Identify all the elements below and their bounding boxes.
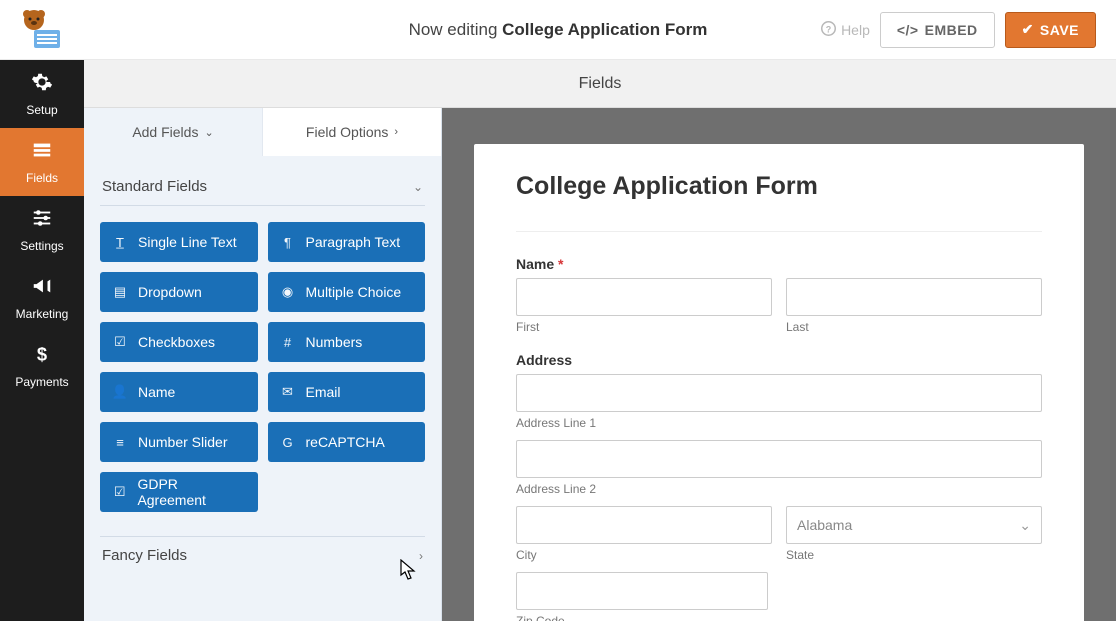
check-icon: ✔	[1022, 21, 1034, 38]
sliders-icon	[31, 207, 53, 235]
field-button-label: Name	[138, 384, 175, 400]
number-slider-icon: ≡	[112, 435, 128, 450]
svg-text:?: ?	[826, 24, 832, 34]
name-icon: 👤	[112, 384, 128, 400]
sidebar-item-marketing[interactable]: Marketing	[0, 264, 84, 332]
chevron-down-icon: ⌄	[204, 126, 213, 139]
form-title: College Application Form	[516, 172, 1042, 201]
main-sidebar: Setup Fields Settings Marketing $ Paymen…	[0, 60, 84, 621]
state-sublabel: State	[786, 548, 1042, 562]
sidebar-item-label: Setup	[26, 103, 57, 117]
field-button-dropdown[interactable]: ▤ Dropdown	[100, 272, 258, 312]
city-input[interactable]	[516, 506, 772, 544]
address-label: Address	[516, 352, 1042, 368]
address-line1-sublabel: Address Line 1	[516, 416, 1042, 430]
multiple-choice-icon: ◉	[280, 284, 296, 300]
checkboxes-icon: ☑	[112, 334, 128, 350]
gear-icon	[31, 71, 53, 99]
section-standard-fields[interactable]: Standard Fields ⌄	[100, 168, 425, 206]
logo	[12, 8, 64, 52]
address-line2-sublabel: Address Line 2	[516, 482, 1042, 496]
field-button-multiple-choice[interactable]: ◉ Multiple Choice	[268, 272, 426, 312]
field-button-label: reCAPTCHA	[306, 434, 385, 450]
gdpr-agreement-icon: ☑	[112, 484, 127, 500]
form-icon	[31, 139, 53, 167]
chevron-down-icon: ⌄	[1019, 517, 1031, 534]
address-line1-input[interactable]	[516, 374, 1042, 412]
section-fancy-fields[interactable]: Fancy Fields ›	[100, 537, 425, 574]
sidebar-item-fields[interactable]: Fields	[0, 128, 84, 196]
email-icon: ✉	[280, 384, 296, 400]
form-name-header: Now editing College Application Form	[409, 20, 708, 40]
dropdown-icon: ▤	[112, 284, 128, 300]
tab-field-options[interactable]: Field Options ›	[262, 108, 441, 156]
save-button[interactable]: ✔ SAVE	[1005, 12, 1096, 48]
field-button-label: Paragraph Text	[306, 234, 401, 250]
field-button-label: Numbers	[306, 334, 363, 350]
section-heading-strip: Fields	[84, 60, 1116, 108]
field-button-label: Single Line Text	[138, 234, 237, 250]
field-button-number-slider[interactable]: ≡ Number Slider	[100, 422, 258, 462]
name-label: Name *	[516, 256, 1042, 272]
embed-icon: </>	[897, 22, 919, 38]
first-name-input[interactable]	[516, 278, 772, 316]
zip-input[interactable]	[516, 572, 768, 610]
last-name-input[interactable]	[786, 278, 1042, 316]
address-line2-input[interactable]	[516, 440, 1042, 478]
form-preview-card: College Application Form Name * First	[474, 144, 1084, 621]
field-button-label: Dropdown	[138, 284, 202, 300]
chevron-right-icon: ›	[394, 126, 398, 138]
sidebar-item-label: Settings	[20, 239, 63, 253]
sidebar-item-label: Marketing	[16, 307, 69, 321]
city-sublabel: City	[516, 548, 772, 562]
recaptcha-icon: G	[280, 435, 296, 450]
address-field-block: Address Address Line 1 Address Line 2	[516, 352, 1042, 621]
help-link[interactable]: ? Help	[821, 21, 870, 39]
field-button-label: Number Slider	[138, 434, 227, 450]
sidebar-item-label: Payments	[15, 375, 68, 389]
tab-add-fields[interactable]: Add Fields ⌄	[84, 108, 262, 156]
field-button-numbers[interactable]: # Numbers	[268, 322, 426, 362]
field-button-name[interactable]: 👤 Name	[100, 372, 258, 412]
field-button-recaptcha[interactable]: GreCAPTCHA	[268, 422, 426, 462]
form-preview-area: College Application Form Name * First	[442, 108, 1116, 621]
dollar-icon: $	[31, 343, 53, 371]
single-line-text-icon: T̲	[112, 235, 128, 250]
field-button-gdpr-agreement[interactable]: ☑ GDPR Agreement	[100, 472, 258, 512]
field-button-checkboxes[interactable]: ☑ Checkboxes	[100, 322, 258, 362]
field-button-label: Checkboxes	[138, 334, 215, 350]
chevron-right-icon: ›	[419, 549, 423, 563]
state-select[interactable]: Alabama ⌄	[786, 506, 1042, 544]
name-field-block: Name * First Last	[516, 256, 1042, 334]
svg-text:$: $	[37, 343, 47, 364]
embed-button[interactable]: </> EMBED	[880, 12, 995, 48]
numbers-icon: #	[280, 335, 296, 350]
field-button-label: Email	[306, 384, 341, 400]
sidebar-item-payments[interactable]: $ Payments	[0, 332, 84, 400]
fields-panel: Add Fields ⌄ Field Options › Standard Fi…	[84, 108, 442, 621]
first-name-sublabel: First	[516, 320, 772, 334]
paragraph-text-icon: ¶	[280, 235, 296, 250]
bullhorn-icon	[31, 275, 53, 303]
zip-sublabel: Zip Code	[516, 614, 768, 621]
field-button-paragraph-text[interactable]: ¶ Paragraph Text	[268, 222, 426, 262]
sidebar-item-settings[interactable]: Settings	[0, 196, 84, 264]
last-name-sublabel: Last	[786, 320, 1042, 334]
field-button-single-line-text[interactable]: T̲ Single Line Text	[100, 222, 258, 262]
help-icon: ?	[821, 21, 836, 39]
chevron-down-icon: ⌄	[413, 180, 423, 194]
field-button-label: GDPR Agreement	[137, 476, 245, 508]
sidebar-item-label: Fields	[26, 171, 58, 185]
topbar: Now editing College Application Form ? H…	[0, 0, 1116, 60]
sidebar-item-setup[interactable]: Setup	[0, 60, 84, 128]
field-button-label: Multiple Choice	[306, 284, 402, 300]
field-button-email[interactable]: ✉ Email	[268, 372, 426, 412]
